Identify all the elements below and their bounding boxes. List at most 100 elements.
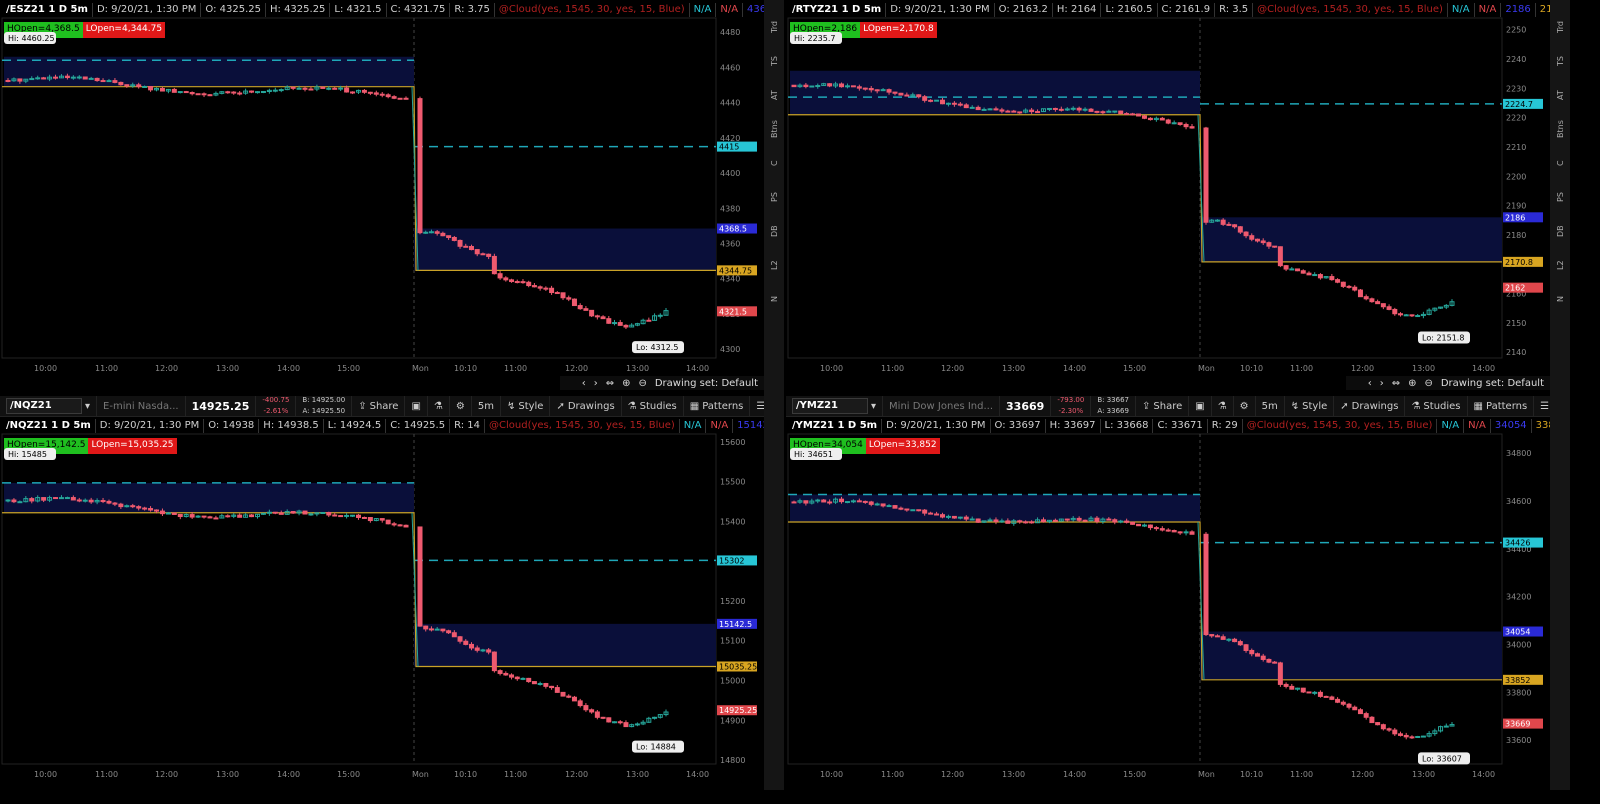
candle <box>1203 533 1209 636</box>
candle <box>58 497 64 500</box>
price-chart[interactable]: Hi: 34651Lo: 336073480034600344003420034… <box>786 396 1550 798</box>
crosshair-icon[interactable]: ⊕ <box>1408 378 1416 389</box>
candle <box>526 281 532 287</box>
candle <box>1357 709 1363 715</box>
chart-pane-rty[interactable]: /RTYZ21 1 D 5m D: 9/20/21, 1:30 PM O: 2163… <box>786 0 1550 392</box>
candle <box>237 514 243 518</box>
candle <box>537 286 543 289</box>
candle <box>480 649 486 652</box>
side-tab-trd[interactable]: Trd <box>1556 12 1565 42</box>
candle <box>1283 683 1289 687</box>
candle <box>272 511 278 514</box>
candle <box>1165 119 1171 124</box>
side-tab-ps[interactable]: PS <box>1556 182 1565 212</box>
crosshair-icon[interactable]: ⊕ <box>622 378 630 389</box>
y-tick-label: 15400 <box>720 517 745 526</box>
candle <box>916 509 922 512</box>
candle <box>124 84 130 87</box>
side-tab-btns[interactable]: Btns <box>1556 114 1565 144</box>
y-tick-label: 34600 <box>1506 497 1531 506</box>
side-tab-c[interactable]: C <box>770 148 779 178</box>
svg-text:2224.7: 2224.7 <box>1505 100 1533 109</box>
side-tab-db[interactable]: DB <box>1556 216 1565 246</box>
candle <box>657 314 663 317</box>
candle <box>290 511 296 514</box>
candle <box>451 236 457 241</box>
candle <box>5 79 11 82</box>
candle <box>53 497 59 500</box>
candle <box>183 91 189 94</box>
chart-pane-nq[interactable]: /NQZ21 ▾ E-mini Nasda... 14925.25 -400.75 -2.… <box>0 396 764 798</box>
candle <box>520 677 526 680</box>
scroll-left-icon[interactable]: ‹ <box>1368 378 1372 389</box>
candle <box>1300 687 1306 693</box>
candle <box>1165 529 1171 532</box>
side-tab-btns[interactable]: Btns <box>770 114 779 144</box>
candle <box>1300 270 1306 274</box>
zoom-icon[interactable]: ⊖ <box>1424 378 1432 389</box>
price-chart[interactable]: Hi: 4460.25 Lo: 4312.5 4480 4460 4440 4420 440… <box>0 0 764 392</box>
zoom-icon[interactable]: ⊖ <box>638 378 646 389</box>
svg-text:Hi: 34651: Hi: 34651 <box>794 450 833 459</box>
candle <box>1266 658 1272 663</box>
scroll-left-icon[interactable]: ‹ <box>582 378 586 389</box>
low-label: Lo: 33607 <box>1418 752 1470 765</box>
candle <box>886 505 892 508</box>
x-tick-label: 10:10 <box>1240 364 1263 373</box>
side-tab-trd[interactable]: Trd <box>770 12 779 42</box>
candle <box>549 685 555 689</box>
candle <box>526 677 532 683</box>
expand-icon[interactable]: ⇔ <box>606 378 614 389</box>
candle <box>600 716 606 719</box>
candle <box>326 512 332 516</box>
candle <box>361 89 367 93</box>
candle <box>70 497 76 501</box>
candle <box>1363 296 1369 300</box>
scroll-right-icon[interactable]: › <box>1380 378 1384 389</box>
price-chart[interactable]: Hi: 2235.7 Lo: 2151.8 2250 2240 2230 2220 2210… <box>786 0 1550 392</box>
candle <box>260 512 266 515</box>
side-tab-n[interactable]: N <box>1556 284 1565 314</box>
side-tab-l2[interactable]: L2 <box>770 250 779 280</box>
candle <box>594 315 600 318</box>
candle <box>1141 115 1147 119</box>
candle <box>491 255 497 275</box>
side-tab-ps[interactable]: PS <box>770 182 779 212</box>
side-tab-db[interactable]: DB <box>770 216 779 246</box>
candle <box>809 85 815 88</box>
side-tab-n[interactable]: N <box>770 284 779 314</box>
side-tab-l2[interactable]: L2 <box>1556 250 1565 280</box>
x-tick-label: 10:10 <box>454 364 477 373</box>
candle <box>1082 519 1088 522</box>
candle <box>1052 107 1058 110</box>
candle <box>951 102 957 105</box>
x-tick-label: 14:00 <box>1063 364 1086 373</box>
candle <box>1329 276 1335 281</box>
x-tick-label: 11:00 <box>95 770 118 779</box>
x-tick-label: 11:00 <box>504 770 527 779</box>
chart-pane-ym[interactable]: /YMZ21 ▾ Mini Dow Jones Ind... 33669 -793.00… <box>786 396 1550 798</box>
price-chart[interactable]: Hi: 15485Lo: 148841560015500154001530015… <box>0 396 764 798</box>
candle <box>1088 108 1094 112</box>
candle <box>468 246 474 251</box>
scroll-right-icon[interactable]: › <box>594 378 598 389</box>
side-tab-at[interactable]: AT <box>1556 80 1565 110</box>
side-tab-at[interactable]: AT <box>770 80 779 110</box>
side-tab-c[interactable]: C <box>1556 148 1565 178</box>
candle <box>594 711 600 718</box>
candle <box>549 287 555 294</box>
chart-pane-es[interactable]: /ESZ21 1 D 5m D: 9/20/21, 1:30 PM O: 4325.… <box>0 0 764 392</box>
candle <box>417 526 423 627</box>
side-tab-ts[interactable]: TS <box>770 46 779 76</box>
expand-icon[interactable]: ⇔ <box>1392 378 1400 389</box>
candle <box>171 512 177 515</box>
x-tick-label: 10:00 <box>820 364 843 373</box>
candle <box>1409 314 1415 317</box>
candle <box>963 516 969 520</box>
x-tick-label: 10:10 <box>1240 770 1263 779</box>
candle <box>520 281 526 284</box>
candle <box>1171 530 1177 533</box>
candle <box>1017 520 1023 523</box>
candle <box>1272 661 1278 664</box>
side-tab-ts[interactable]: TS <box>1556 46 1565 76</box>
